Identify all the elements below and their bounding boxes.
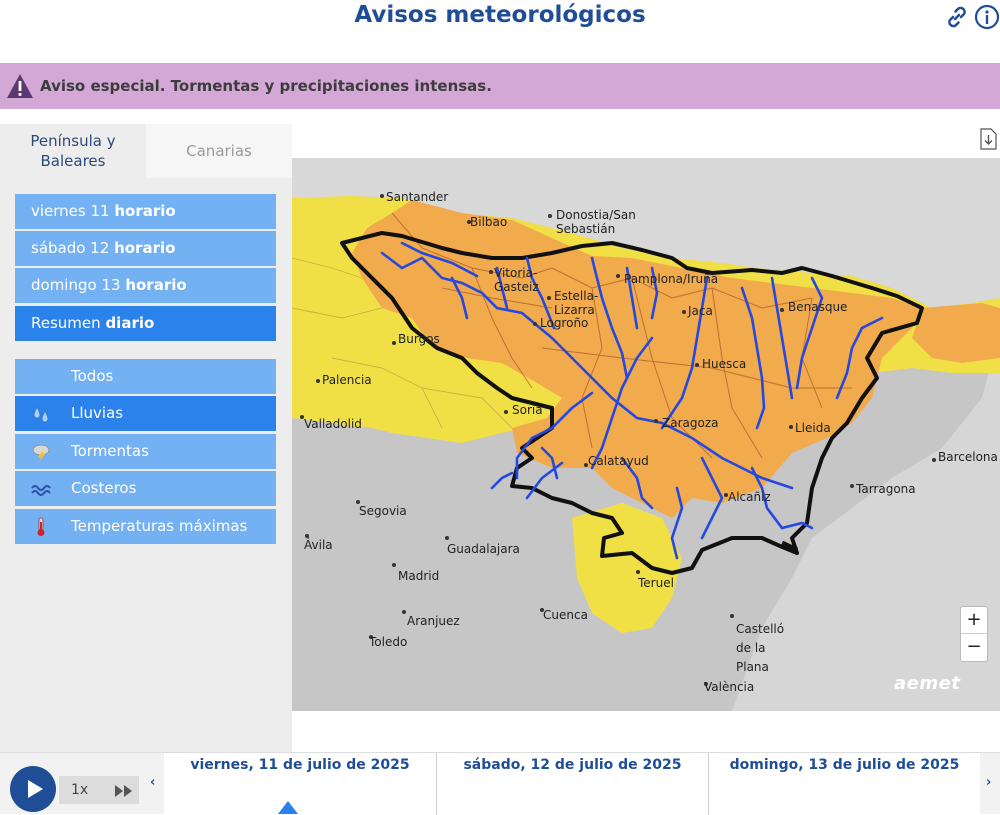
day-label: sábado 12 — [31, 239, 110, 257]
filter-label: Tormentas — [71, 442, 149, 460]
day-mode: horario — [114, 202, 176, 220]
city-label: Estella-Lizarra — [554, 289, 599, 317]
filter-label: Costeros — [71, 479, 137, 497]
filter-todos[interactable]: Todos — [15, 359, 276, 394]
city-label: Lleida — [795, 421, 831, 435]
play-button[interactable] — [10, 766, 56, 812]
timeline-day[interactable]: viernes, 11 de julio de 2025 — [164, 753, 436, 815]
special-alert-banner[interactable]: Aviso especial. Tormentas y precipitacio… — [0, 63, 1000, 109]
map-canvas — [292, 158, 1000, 711]
city-label: Calatayud — [588, 454, 649, 468]
city-label: Logroño — [540, 316, 589, 330]
city-label: Teruel — [638, 576, 674, 590]
day-button-resumen[interactable]: Resumen diario — [15, 306, 276, 341]
banner-text: Aviso especial. Tormentas y precipitacio… — [40, 77, 492, 95]
city-label: Bilbao — [470, 215, 508, 229]
zoom-out-button[interactable]: − — [961, 634, 987, 661]
day-label: domingo 13 — [31, 276, 121, 294]
filter-tormentas[interactable]: Tormentas — [15, 434, 276, 469]
aemet-logo: aemet — [894, 673, 961, 694]
day-mode: horario — [125, 276, 187, 294]
city-label: Ávila — [304, 538, 333, 552]
day-button-sabado[interactable]: sábado 12 horario — [15, 231, 276, 266]
city-label: Benasque — [788, 300, 848, 314]
city-label: Guadalajara — [447, 542, 520, 556]
city-label: Segovia — [359, 504, 407, 518]
city-label: Vitoria-Gasteiz — [494, 266, 539, 294]
zoom-control: + − — [960, 606, 988, 662]
tab-canarias[interactable]: Canarias — [146, 124, 292, 178]
city-label: Burgos — [398, 332, 440, 346]
thermometer-icon — [37, 517, 45, 536]
city-label: Santander — [386, 190, 449, 204]
day-button-viernes[interactable]: viernes 11 horario — [15, 194, 276, 229]
rain-icon — [33, 406, 49, 423]
day-button-domingo[interactable]: domingo 13 horario — [15, 268, 276, 303]
waves-icon — [31, 485, 51, 496]
city-label: Jaca — [688, 304, 713, 318]
city-label: Pamplona/Iruña — [624, 272, 719, 286]
warnings-map[interactable]: Santander Bilbao Donostia/San Sebastián … — [292, 158, 1000, 711]
city-label: Cuenca — [543, 608, 588, 622]
day-mode: horario — [114, 239, 176, 257]
zoom-in-button[interactable]: + — [961, 607, 987, 634]
city-label: Aranjuez — [407, 614, 460, 628]
city-label: Palencia — [322, 373, 372, 387]
city-label: Castelló de la Plana — [736, 622, 785, 674]
timeline-next-arrow[interactable]: › — [986, 775, 991, 790]
download-icon[interactable] — [979, 128, 997, 150]
city-label: Madrid — [398, 569, 440, 583]
timeline-position-marker[interactable] — [278, 801, 298, 814]
city-label: Valladolid — [304, 417, 362, 431]
city-label: Zaragoza — [662, 416, 719, 430]
timeline-bar: 1x ‹ viernes, 11 de julio de 2025 sábado… — [0, 752, 1000, 815]
region-tabs: Península y Baleares Canarias — [0, 124, 292, 178]
city-label: València — [704, 680, 755, 694]
city-label: Soria — [512, 403, 543, 417]
city-label: Huesca — [702, 357, 747, 371]
day-label: Resumen — [31, 314, 101, 332]
city-label: Barcelona — [938, 450, 998, 464]
filter-label: Temperaturas máximas — [71, 517, 248, 535]
page-title: Avisos meteorológicos — [354, 2, 646, 28]
day-label: viernes 11 — [31, 202, 110, 220]
city-label: Donostia/San Sebastián — [556, 208, 636, 236]
filter-lluvias[interactable]: Lluvias — [15, 396, 276, 431]
timeline-day[interactable]: domingo, 13 de julio de 2025 — [708, 753, 980, 815]
filter-temperaturas-maximas[interactable]: Temperaturas máximas — [15, 509, 276, 544]
city-label: Toledo — [369, 635, 408, 649]
info-icon[interactable] — [974, 4, 1000, 30]
city-label: Tarragona — [856, 482, 916, 496]
filter-label: Todos — [71, 367, 114, 385]
timeline-day[interactable]: sábado, 12 de julio de 2025 — [436, 753, 708, 815]
timeline-prev-arrow[interactable]: ‹ — [150, 775, 155, 790]
link-icon[interactable] — [944, 4, 970, 30]
filter-label: Lluvias — [71, 404, 124, 422]
speed-value: 1x — [71, 782, 89, 798]
filter-costeros[interactable]: Costeros — [15, 471, 276, 506]
storm-icon — [32, 444, 50, 462]
tab-peninsula-baleares[interactable]: Península y Baleares — [0, 124, 146, 178]
city-label: Alcañiz — [728, 490, 771, 504]
fast-forward-icon[interactable] — [114, 784, 134, 798]
day-mode: diario — [105, 314, 155, 332]
warning-icon — [7, 74, 33, 98]
